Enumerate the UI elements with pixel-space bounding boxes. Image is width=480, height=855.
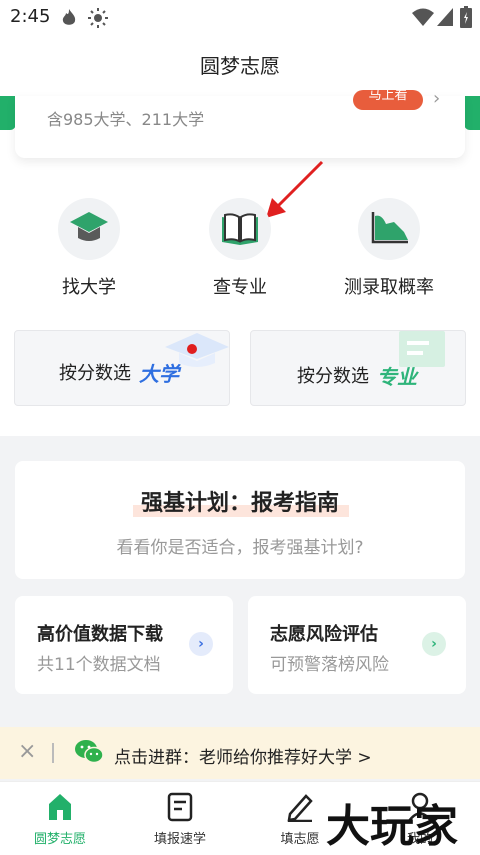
watermark: 大玩家 bbox=[326, 801, 458, 852]
tab-home-label: 圆梦志愿 bbox=[33, 832, 86, 847]
risk-assessment-subtitle: 可预警落榜风险 bbox=[270, 655, 389, 675]
chevron-right-icon: › bbox=[422, 632, 446, 656]
find-university-item[interactable] bbox=[58, 198, 120, 260]
battery-icon bbox=[460, 6, 472, 28]
brightness-icon bbox=[88, 8, 108, 28]
flame-icon bbox=[62, 9, 76, 25]
status-bar: 2:45 bbox=[0, 0, 480, 36]
tab-quick-learn-label: 填报速学 bbox=[153, 832, 206, 847]
graduation-cap-icon bbox=[70, 212, 108, 241]
check-major-item[interactable] bbox=[209, 198, 271, 260]
close-icon[interactable]: × bbox=[18, 739, 36, 764]
home-icon bbox=[49, 794, 71, 820]
data-download-title: 高价值数据下载 bbox=[37, 624, 163, 645]
badge-label: 马上看 bbox=[368, 90, 408, 103]
divider bbox=[52, 743, 54, 763]
check-major-icon-bg bbox=[209, 198, 271, 260]
chevron-right-icon: › bbox=[433, 88, 441, 109]
view-now-badge[interactable]: 马上看 bbox=[353, 90, 423, 110]
risk-assessment-title: 志愿风险评估 bbox=[270, 624, 378, 645]
risk-assessment-card[interactable]: 志愿风险评估 可预警落榜风险 › bbox=[248, 596, 466, 694]
book-icon bbox=[222, 213, 258, 245]
title-bar: 圆梦志愿 bbox=[0, 36, 480, 96]
select-major-word: 专业 bbox=[377, 365, 417, 389]
status-time: 2:45 bbox=[10, 6, 51, 27]
admission-probability-icon-bg bbox=[358, 198, 420, 260]
wifi-icon bbox=[412, 8, 434, 26]
admission-probability-item[interactable] bbox=[358, 198, 420, 260]
green-edge-left bbox=[0, 96, 16, 130]
select-university-word: 大学 bbox=[139, 362, 179, 386]
page-title: 圆梦志愿 bbox=[200, 54, 280, 78]
data-download-subtitle: 共11个数据文档 bbox=[37, 655, 161, 675]
university-card[interactable]: 含985大学、211大学 马上看 › bbox=[15, 88, 465, 158]
find-university-label: 找大学 bbox=[62, 277, 116, 298]
signal-icon bbox=[437, 8, 453, 26]
admission-probability-label: 测录取概率 bbox=[344, 277, 434, 298]
data-download-card[interactable]: 高价值数据下载 共11个数据文档 › bbox=[15, 596, 233, 694]
find-university-icon-bg bbox=[58, 198, 120, 260]
guide-subtitle: 看看你是否适合，报考强基计划? bbox=[116, 538, 364, 558]
check-major-label: 查专业 bbox=[213, 277, 267, 298]
document-icon bbox=[167, 792, 193, 822]
card-subtitle: 含985大学、211大学 bbox=[47, 110, 205, 129]
tab-quick-learn[interactable]: 填报速学 bbox=[120, 782, 240, 855]
select-university-prefix: 按分数选 bbox=[59, 363, 131, 384]
select-university-by-score-button[interactable]: 按分数选 大学 bbox=[14, 330, 230, 406]
select-major-prefix: 按分数选 bbox=[297, 366, 369, 387]
wechat-group-banner[interactable]: × 点击进群：老师给你推荐好大学 > bbox=[0, 727, 480, 779]
strong-base-guide-card[interactable]: 强基计划：报考指南 看看你是否适合，报考强基计划? bbox=[15, 461, 465, 579]
annotation-arrow bbox=[266, 160, 324, 218]
green-edge-right bbox=[464, 96, 480, 130]
chevron-right-icon: › bbox=[189, 632, 213, 656]
notification-dot bbox=[187, 344, 197, 354]
chart-icon bbox=[371, 212, 408, 244]
pen-icon bbox=[287, 794, 313, 822]
banner-text: 点击进群：老师给你推荐好大学 > bbox=[114, 748, 372, 768]
tab-home[interactable]: 圆梦志愿 bbox=[0, 782, 120, 855]
guide-title: 强基计划：报考指南 bbox=[140, 491, 339, 516]
wechat-icon bbox=[75, 740, 104, 764]
select-major-by-score-button[interactable]: 按分数选 专业 bbox=[250, 330, 466, 406]
